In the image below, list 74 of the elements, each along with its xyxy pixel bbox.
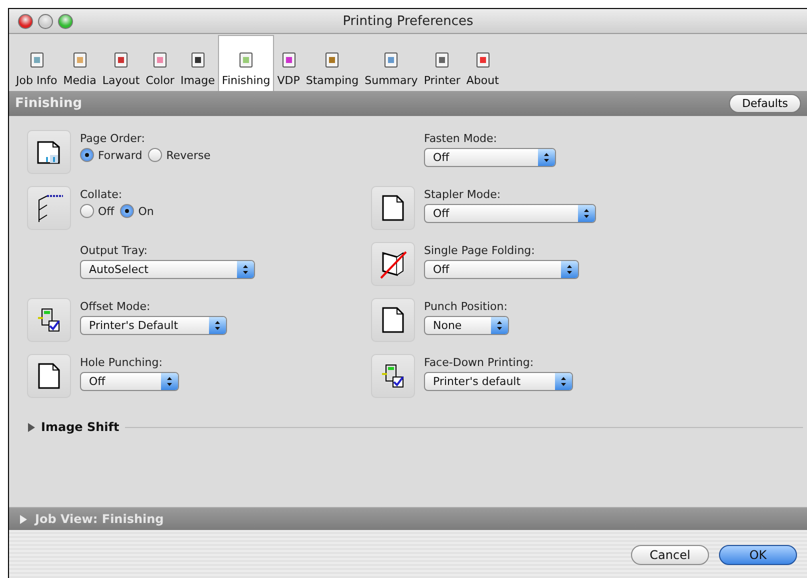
- stepper-icon: [209, 317, 226, 334]
- stepper-icon: [538, 149, 555, 166]
- page-icon: [37, 362, 61, 390]
- radio-option[interactable]: Forward: [80, 148, 142, 162]
- section-title: Finishing: [15, 96, 82, 111]
- toolbar-tab[interactable]: VDP: [274, 41, 303, 91]
- field-label: Stapler Mode:: [424, 188, 502, 201]
- toolbar-tab[interactable]: Printer: [420, 41, 464, 91]
- stepper-icon: [161, 373, 178, 390]
- toolbar-tab[interactable]: About: [463, 41, 502, 91]
- toolbar-tab[interactable]: Job Info: [13, 41, 60, 91]
- tab-icon: [323, 51, 342, 69]
- radio-option[interactable]: On: [120, 204, 154, 218]
- toolbar-tab[interactable]: Layout: [99, 41, 143, 91]
- folding-off-icon: [379, 249, 407, 279]
- toolbar-tab[interactable]: Summary: [362, 41, 421, 91]
- dropdown[interactable]: Printer's Default: [80, 316, 227, 335]
- disclosure-triangle-icon[interactable]: [19, 514, 27, 524]
- toolbar-tab[interactable]: Stamping: [302, 41, 362, 91]
- field-label: Output Tray:: [80, 244, 148, 257]
- stepper-icon: [561, 261, 578, 278]
- toolbar-tab[interactable]: Image: [177, 41, 218, 91]
- toolbar-tab[interactable]: Finishing: [218, 35, 274, 91]
- minimize-button[interactable]: [38, 14, 53, 28]
- tab-icon: [280, 51, 298, 69]
- radio-button[interactable]: [80, 204, 94, 218]
- device-check-icon: [36, 307, 62, 333]
- tab-icon: [474, 51, 492, 69]
- stepper-icon: [491, 317, 508, 334]
- zoom-button[interactable]: [58, 14, 73, 28]
- field-label: Collate:: [80, 188, 124, 201]
- dropdown[interactable]: Printer's default: [424, 372, 573, 391]
- tab-icon: [188, 51, 207, 69]
- cancel-button[interactable]: Cancel: [631, 544, 709, 564]
- dropdown[interactable]: AutoSelect: [80, 260, 255, 279]
- tab-icon: [382, 51, 400, 69]
- radio-option[interactable]: Off: [80, 204, 114, 218]
- image-shift-label[interactable]: Image Shift: [41, 420, 120, 434]
- ok-button[interactable]: OK: [719, 544, 797, 564]
- tab-icon: [70, 51, 89, 69]
- radio-button[interactable]: [120, 204, 134, 218]
- page-icon: [381, 306, 405, 334]
- stepper-icon: [578, 205, 595, 222]
- dropdown[interactable]: None: [424, 316, 509, 335]
- stepper-icon: [237, 261, 254, 278]
- tab-icon: [237, 51, 256, 69]
- close-button[interactable]: [18, 14, 33, 28]
- field-label: Fasten Mode:: [424, 132, 498, 145]
- toolbar-tab[interactable]: Color: [142, 41, 178, 91]
- dropdown[interactable]: Off: [80, 372, 179, 391]
- tab-icon: [28, 51, 46, 69]
- device-check-icon: [380, 363, 406, 389]
- field-label: Punch Position:: [424, 300, 508, 313]
- field-label: Face-Down Printing:: [424, 356, 535, 369]
- field-label: Hole Punching:: [80, 356, 164, 369]
- dropdown[interactable]: Off: [424, 148, 556, 167]
- window-title: Printing Preferences: [342, 14, 474, 28]
- tab-icon: [151, 51, 170, 69]
- radio-option[interactable]: Reverse: [148, 148, 210, 162]
- stepper-icon: [555, 373, 572, 390]
- field-label: Single Page Folding:: [424, 244, 536, 257]
- page-icon: [381, 194, 405, 222]
- toolbar-tab[interactable]: Media: [60, 41, 100, 91]
- field-label: Offset Mode:: [80, 300, 152, 313]
- dropdown[interactable]: Off: [424, 260, 579, 279]
- field-label: Page Order:: [80, 132, 146, 145]
- disclosure-triangle-icon[interactable]: [27, 422, 35, 432]
- job-view-label: Job View: Finishing: [35, 512, 164, 526]
- tab-icon: [112, 51, 130, 69]
- radio-button[interactable]: [148, 148, 162, 162]
- tab-icon: [433, 51, 452, 69]
- radio-button[interactable]: [80, 148, 94, 162]
- defaults-button[interactable]: Defaults: [729, 94, 801, 113]
- dropdown[interactable]: Off: [424, 204, 596, 223]
